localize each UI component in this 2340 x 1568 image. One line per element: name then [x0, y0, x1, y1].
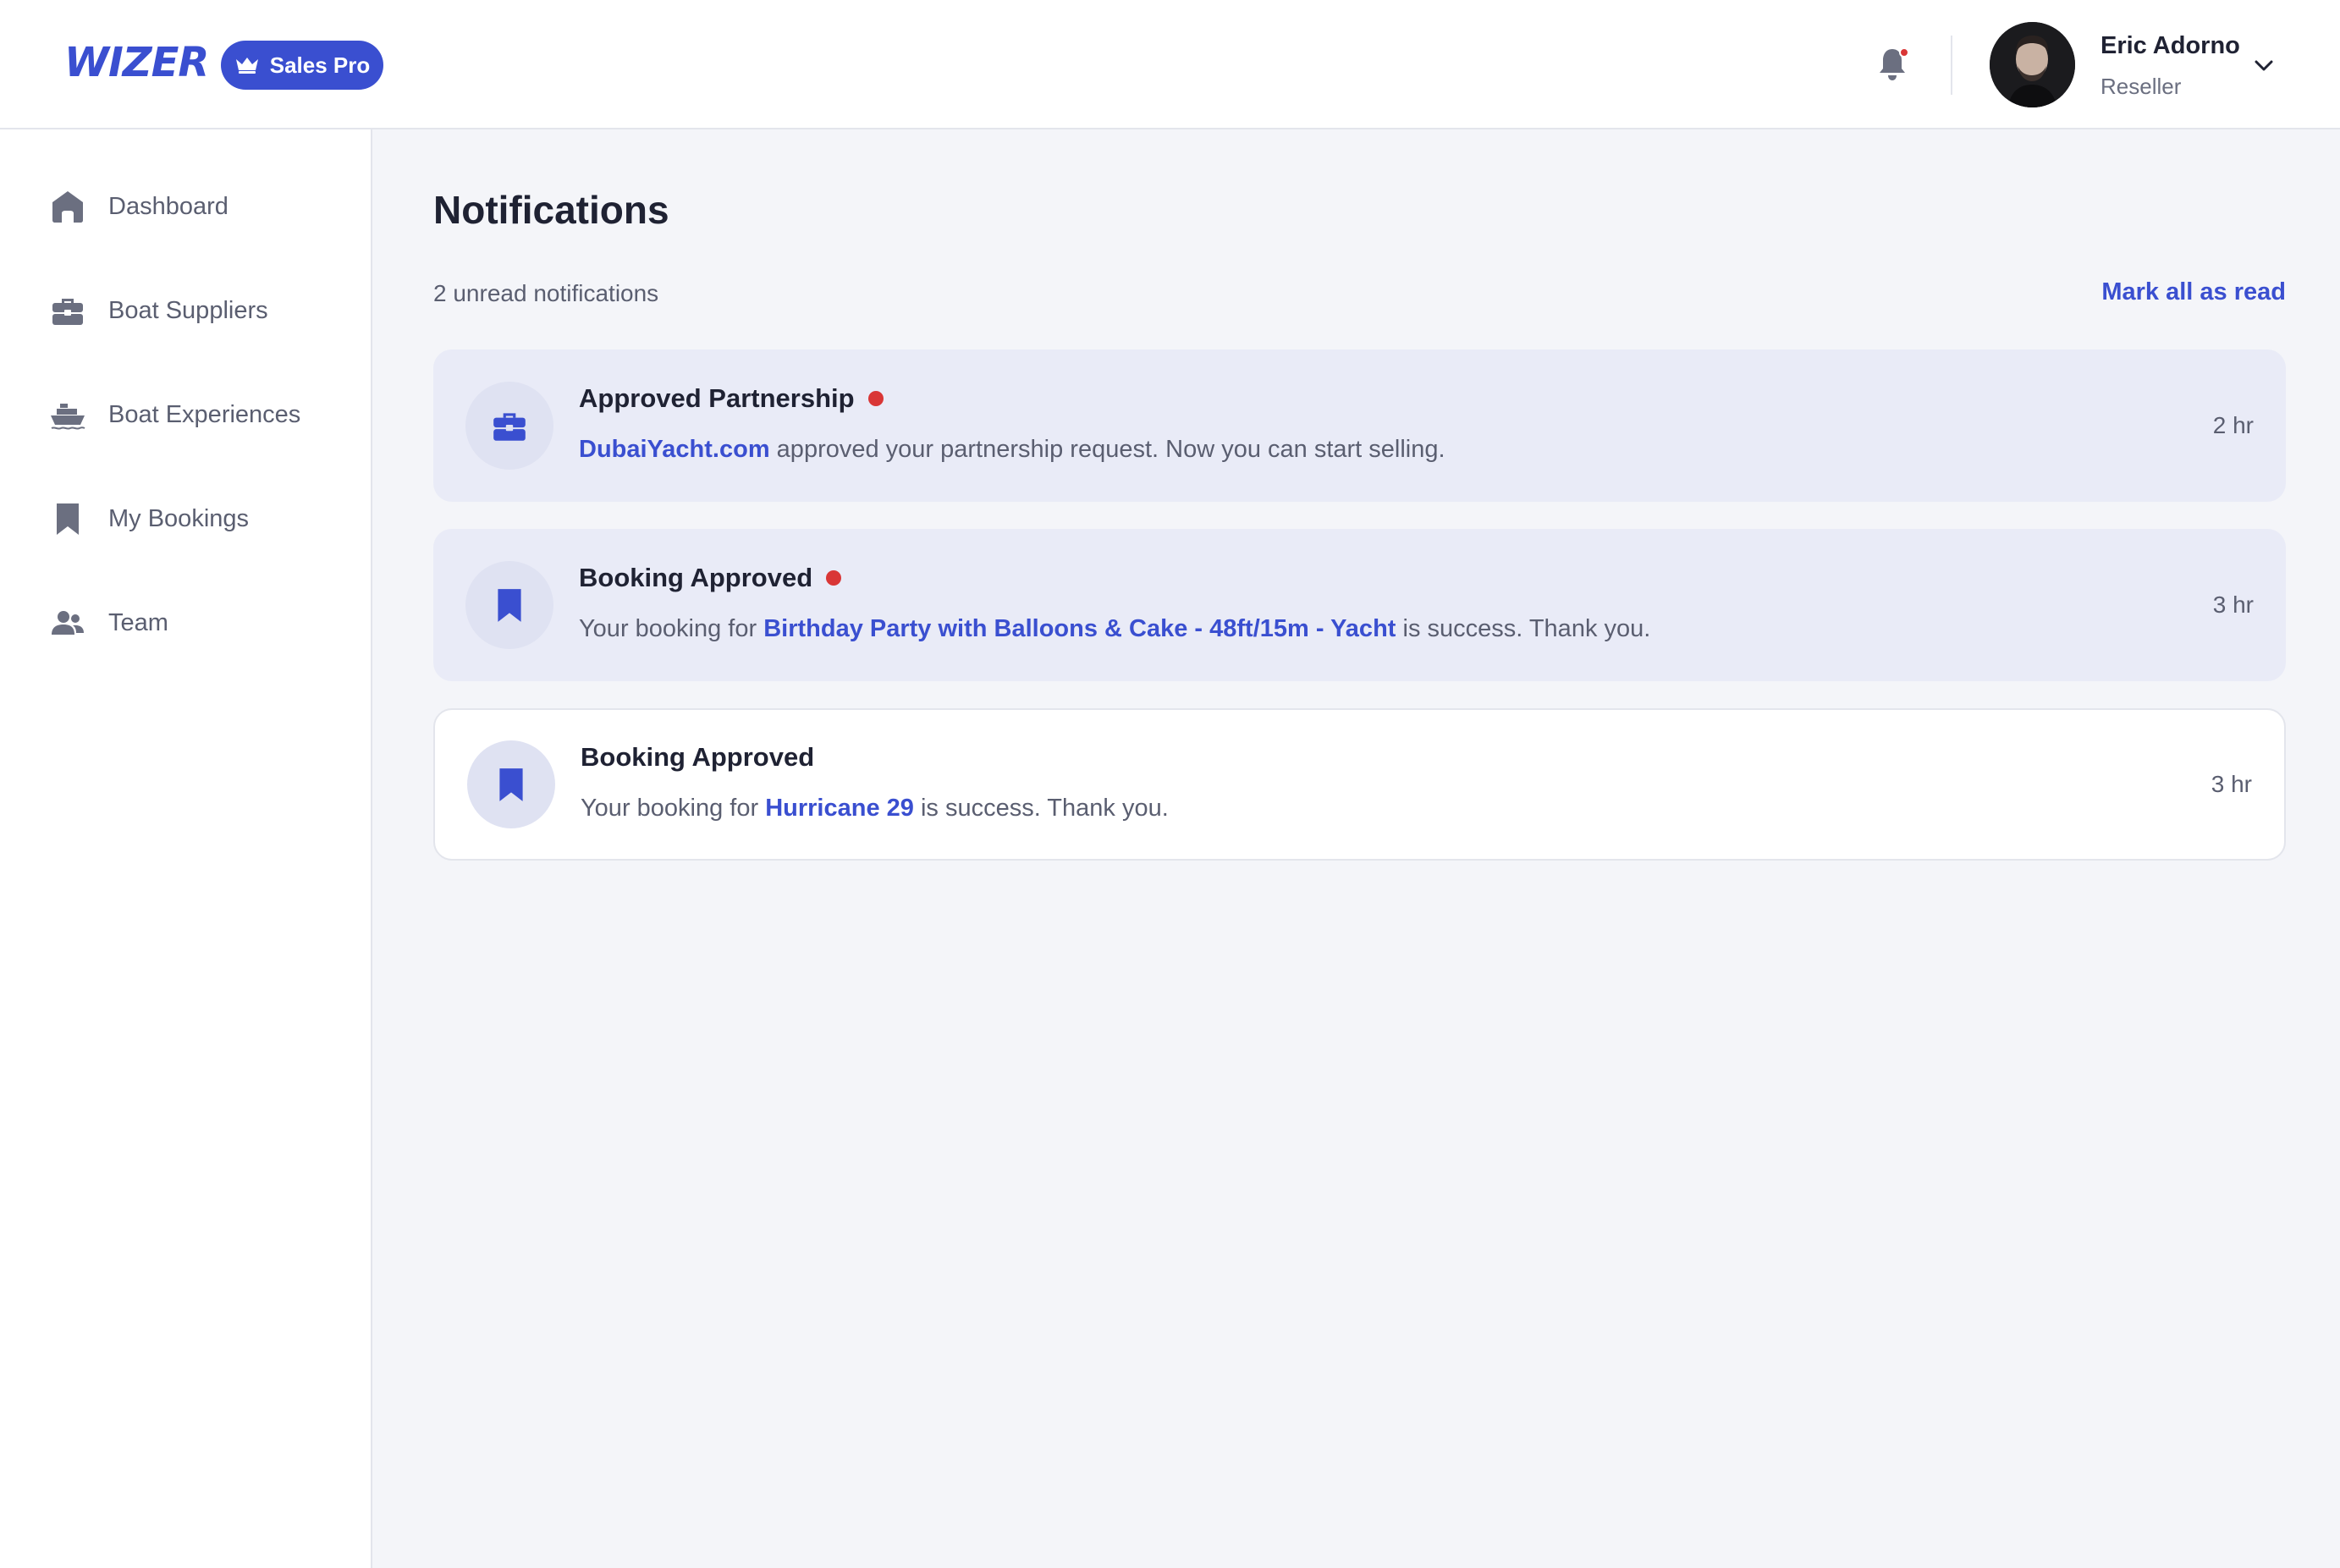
chevron-down-icon[interactable]	[2251, 52, 2277, 78]
crown-icon	[235, 58, 258, 74]
bookmark-icon	[57, 503, 79, 535]
notification-link[interactable]: DubaiYacht.com	[579, 436, 770, 463]
sidebar-item-dashboard[interactable]: Dashboard	[49, 181, 362, 232]
user-name[interactable]: Eric Adorno	[2100, 32, 2240, 60]
notification-link[interactable]: Hurricane 29	[765, 795, 914, 822]
notification-text: Your booking for	[581, 795, 766, 822]
notification-title-text: Booking Approved	[579, 563, 813, 592]
sidebar-item-label: Dashboard	[108, 192, 228, 220]
notification-icon-wrap	[465, 561, 553, 649]
notification-text: approved your partnership request. Now y…	[769, 436, 1445, 463]
notification-title-text: Approved Partnership	[579, 383, 855, 413]
notification-title-text: Booking Approved	[581, 742, 815, 772]
bookmark-icon	[499, 768, 523, 801]
main-content: Notifications 2 unread notifications Mar…	[374, 129, 2340, 1568]
notification-title: Approved Partnership	[579, 383, 884, 414]
avatar-portrait	[1990, 22, 2075, 107]
notification-item[interactable]: Booking Approved Your booking for Hurric…	[433, 708, 2286, 861]
notification-icon-wrap	[465, 382, 553, 470]
notification-icon-wrap	[467, 740, 555, 828]
unread-indicator	[1899, 47, 1909, 58]
notification-text: is success. Thank you.	[1396, 615, 1651, 642]
notification-time: 2 hr	[2212, 412, 2254, 438]
header-divider	[1951, 36, 1952, 95]
notification-title: Booking Approved	[581, 742, 814, 773]
top-bar: WIZER Sales Pro Eric Adorno Reseller	[0, 0, 2340, 129]
users-icon	[52, 611, 84, 635]
home-icon	[52, 191, 83, 223]
notification-title: Booking Approved	[579, 563, 842, 593]
avatar[interactable]	[1990, 22, 2075, 107]
plan-badge[interactable]: Sales Pro	[221, 41, 383, 90]
sidebar-item-label: Boat Experiences	[108, 400, 301, 428]
notification-message: DubaiYacht.com approved your partnership…	[579, 436, 1445, 464]
mark-all-read-button[interactable]: Mark all as read	[2101, 278, 2286, 306]
notification-message: Your booking for Hurricane 29 is success…	[581, 795, 1169, 823]
plan-badge-label: Sales Pro	[269, 52, 371, 78]
notification-time: 3 hr	[2211, 771, 2252, 797]
notification-time: 3 hr	[2212, 591, 2254, 618]
notification-item[interactable]: Approved Partnership DubaiYacht.com appr…	[433, 349, 2286, 502]
notification-text: is success. Thank you.	[913, 795, 1169, 822]
notification-message: Your booking for Birthday Party with Bal…	[579, 615, 1650, 643]
page-title: Notifications	[433, 188, 669, 232]
unread-dot	[867, 391, 884, 406]
sidebar-item-label: My Bookings	[108, 504, 250, 532]
notification-text: Your booking for	[579, 615, 764, 642]
briefcase-icon	[52, 299, 83, 325]
user-role: Reseller	[2100, 74, 2182, 99]
bookmark-icon	[498, 589, 521, 622]
notifications-button[interactable]	[1875, 46, 1909, 83]
notification-item[interactable]: Booking Approved Your booking for Birthd…	[433, 529, 2286, 681]
sidebar-item-label: Team	[108, 608, 168, 636]
sidebar-item-team[interactable]: Team	[49, 597, 362, 648]
notification-link[interactable]: Birthday Party with Balloons & Cake - 48…	[763, 615, 1396, 642]
sidebar-item-boat-experiences[interactable]: Boat Experiences	[49, 389, 362, 440]
sidebar-item-boat-suppliers[interactable]: Boat Suppliers	[49, 285, 362, 336]
unread-dot	[826, 570, 842, 586]
wizer-logo[interactable]: WIZER	[64, 39, 209, 86]
sidebar-item-label: Boat Suppliers	[108, 296, 268, 324]
sidebar-item-my-bookings[interactable]: My Bookings	[49, 493, 362, 544]
briefcase-icon	[493, 413, 526, 441]
sidebar: Dashboard Boat Suppliers Boat Experience…	[0, 129, 372, 1568]
unread-count: 2 unread notifications	[433, 280, 659, 306]
ship-icon	[51, 404, 85, 430]
